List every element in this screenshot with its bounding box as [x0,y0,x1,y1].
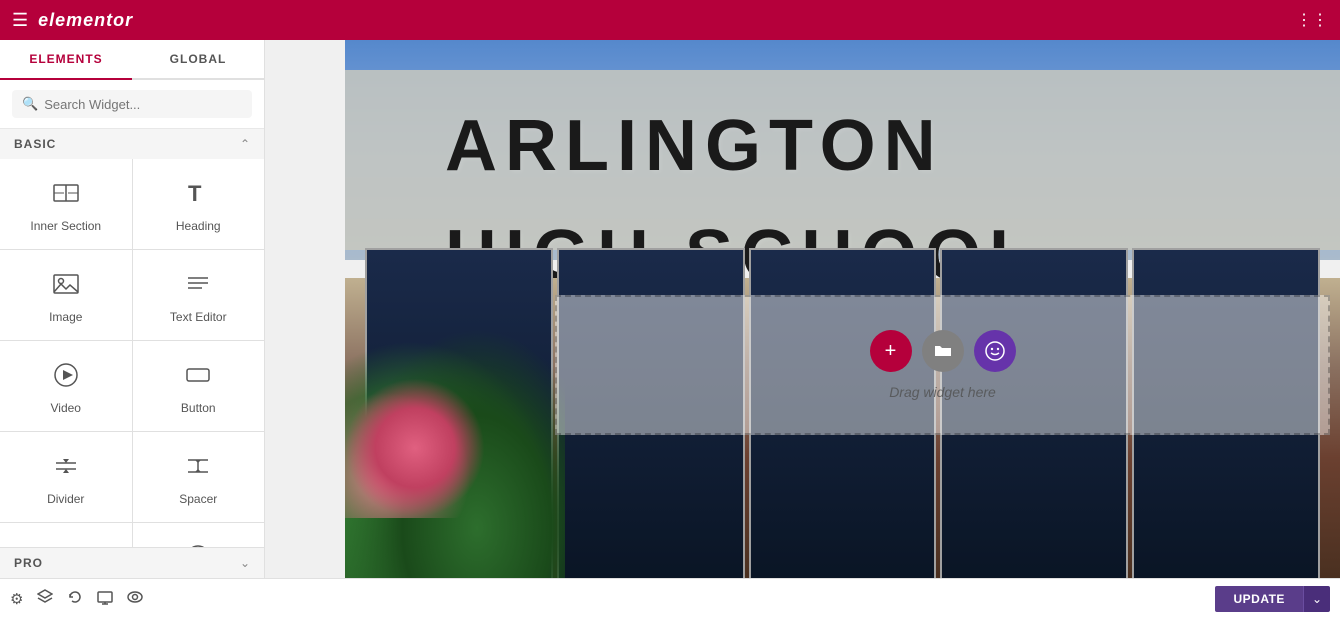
divider-icon [52,452,80,484]
widget-heading[interactable]: T Heading [133,159,265,249]
history-icon[interactable] [67,589,83,609]
spacer-label: Spacer [179,492,217,506]
hamburger-icon[interactable]: ☰ [12,10,28,31]
drop-zone-text: Drag widget here [889,384,996,400]
pro-section-header[interactable]: PRO ⌄ [0,547,264,578]
divider-label: Divider [47,492,84,506]
widget-button[interactable]: Button [133,341,265,431]
template-button[interactable] [974,330,1016,372]
app-container: ☰ elementor ⋮⋮ ELEMENTS GLOBAL 🔍 BASIC [0,0,1340,618]
video-label: Video [51,401,81,415]
update-button[interactable]: UPDATE [1215,586,1302,612]
bottom-toolbar-left: ⚙ [10,589,143,609]
basic-section-label: BASIC [14,137,56,151]
tab-global[interactable]: GLOBAL [132,40,264,78]
widget-inner-section[interactable]: Inner Section [0,159,132,249]
heading-label: Heading [176,219,221,233]
inner-section-icon [52,179,80,211]
drop-zone-controls: + [870,330,1016,372]
widget-video[interactable]: Video [0,341,132,431]
responsive-icon[interactable] [97,589,113,609]
layers-icon[interactable] [37,589,53,609]
widget-spacer[interactable]: Spacer [133,432,265,522]
widget-icon[interactable]: Icon [133,523,265,547]
template-library-button[interactable] [922,330,964,372]
flowers-area [345,378,485,518]
main-layout: ELEMENTS GLOBAL 🔍 BASIC ⌃ [0,40,1340,578]
sidebar-tabs: ELEMENTS GLOBAL [0,40,264,80]
add-section-button[interactable]: + [870,330,912,372]
update-dropdown-button[interactable]: ⌄ [1303,586,1330,612]
widget-grid: Inner Section T Heading [0,159,264,547]
basic-section-arrow: ⌃ [240,137,250,151]
button-label: Button [181,401,216,415]
sidebar: ELEMENTS GLOBAL 🔍 BASIC ⌃ [0,40,265,578]
video-icon [52,361,80,393]
image-label: Image [49,310,82,324]
search-icon: 🔍 [22,96,38,112]
bottom-toolbar: ⚙ [0,578,1340,618]
button-icon [184,361,212,393]
image-icon [52,270,80,302]
search-wrapper: 🔍 [12,90,252,118]
widget-google-maps[interactable]: Google Maps [0,523,132,547]
search-input[interactable] [44,97,242,112]
sign-area: ARLINGTON HIGH SCHOOL [345,70,1340,250]
basic-section-header[interactable]: BASIC ⌃ [0,129,264,159]
svg-text:T: T [188,181,202,206]
widget-divider[interactable]: Divider [0,432,132,522]
preview-icon[interactable] [127,589,143,609]
settings-icon[interactable]: ⚙ [10,590,23,608]
pro-section-label: PRO [14,556,43,570]
logo: elementor [38,10,133,31]
update-button-wrapper: UPDATE ⌄ [1215,586,1330,612]
text-editor-icon [184,270,212,302]
top-bar-left: ☰ elementor [12,10,133,31]
pro-section-arrow: ⌄ [240,556,250,570]
tab-elements[interactable]: ELEMENTS [0,40,132,80]
canvas-area: ARLINGTON HIGH SCHOOL + [265,40,1340,578]
drop-zone: + Drag widge [555,295,1330,435]
inner-section-label: Inner Section [30,219,101,233]
text-editor-label: Text Editor [170,310,227,324]
spacer-icon [184,452,212,484]
school-name-line1: ARLINGTON [445,110,1340,182]
sidebar-search: 🔍 [0,80,264,129]
top-bar: ☰ elementor ⋮⋮ [0,0,1340,40]
heading-icon: T [184,179,212,211]
grid-icon[interactable]: ⋮⋮ [1296,10,1328,30]
widget-image[interactable]: Image [0,250,132,340]
widget-text-editor[interactable]: Text Editor [133,250,265,340]
